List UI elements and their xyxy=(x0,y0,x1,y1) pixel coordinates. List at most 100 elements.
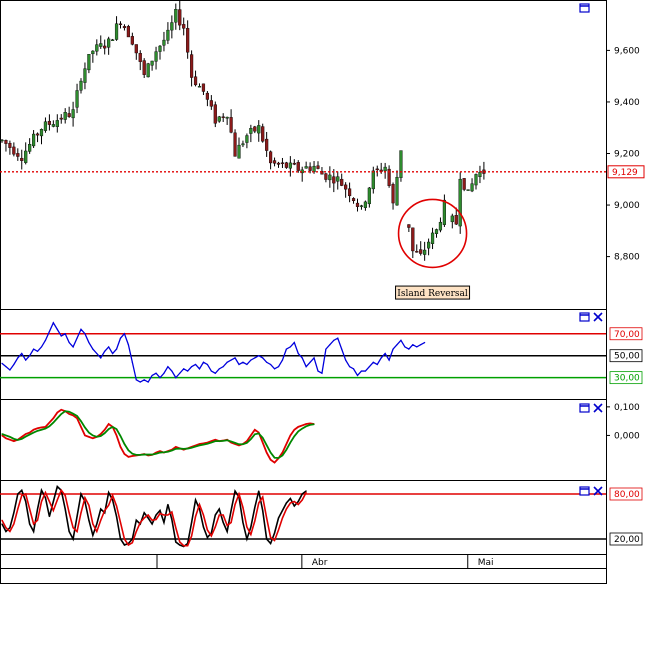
stoch-k-line-point xyxy=(242,521,244,524)
stoch-d-line-point xyxy=(246,526,248,528)
stoch-d-line-point xyxy=(171,511,173,513)
osc-slow-line-point xyxy=(191,447,193,449)
x-axis: Abr Mai xyxy=(156,554,494,568)
stoch-d-line-point xyxy=(281,517,284,519)
stoch-k-line-point xyxy=(254,506,256,509)
stoch-d-line-point xyxy=(119,521,122,524)
candle-body xyxy=(367,187,371,205)
stoch-k-line-point xyxy=(222,521,224,524)
stoch-k-line-point xyxy=(179,544,181,546)
rsi-line-point xyxy=(84,333,86,335)
candle-body xyxy=(197,85,202,88)
rsi-line-point xyxy=(289,346,291,348)
candle-body xyxy=(257,125,261,134)
close-icon[interactable] xyxy=(593,312,603,322)
rsi-line-point xyxy=(341,348,343,350)
osc-slow-line-point xyxy=(222,440,224,442)
stoch-k-line-point xyxy=(155,514,157,516)
restore-icon-frame[interactable] xyxy=(579,486,590,496)
stoch-k-line-point xyxy=(17,493,19,495)
osc-slow-line-point xyxy=(60,413,62,415)
rsi-line-point xyxy=(273,368,276,370)
rsi-line-point xyxy=(408,348,410,350)
stoch-d-line-point xyxy=(96,530,98,533)
rsi-line-point xyxy=(171,370,173,372)
candle-body xyxy=(178,9,182,26)
stoch-level-label: 20,00 xyxy=(614,535,640,545)
candle-body xyxy=(419,249,423,254)
restore-icon-frame[interactable] xyxy=(579,3,590,13)
restore-icon[interactable] xyxy=(579,312,590,322)
stoch-k-line-point xyxy=(1,523,3,525)
stoch-k-line-point xyxy=(52,500,54,503)
close-icon[interactable] xyxy=(593,403,603,413)
rsi-line-point xyxy=(183,368,185,370)
stoch-k-line-point xyxy=(285,502,287,504)
restore-icon-frame[interactable] xyxy=(579,312,590,322)
candle-body xyxy=(138,53,142,62)
rsi-line-point xyxy=(198,368,201,370)
stoch-d-line-point xyxy=(44,491,47,494)
rsi-line-point xyxy=(175,377,177,379)
stoch-k-line-point xyxy=(246,538,248,540)
osc-fast-line-point xyxy=(270,459,272,461)
stoch-k-line-point xyxy=(108,491,110,494)
stoch-k-line-point xyxy=(92,534,94,536)
stoch-d-line-point xyxy=(68,512,70,514)
stoch-d-line-point xyxy=(187,545,189,547)
candle-body xyxy=(359,205,364,207)
rsi-line-point xyxy=(416,346,418,348)
stoch-d-line-point xyxy=(234,503,236,506)
restore-icon[interactable] xyxy=(579,403,590,413)
candle-body xyxy=(470,183,474,192)
panel-controls[interactable] xyxy=(579,3,603,496)
candle-body xyxy=(55,120,59,127)
stoch-d-line-point xyxy=(218,514,220,516)
osc-fast-line-point xyxy=(250,434,252,437)
rsi-line-point xyxy=(412,344,414,346)
candle-body xyxy=(209,100,213,107)
candle-body xyxy=(427,241,431,249)
stoch-k-line-point xyxy=(258,490,260,492)
rsi-line-point xyxy=(297,352,299,355)
candle-body xyxy=(280,162,285,164)
osc-fast-line-point xyxy=(285,443,287,445)
stoch-k-line-point xyxy=(147,517,149,519)
stoch-k-line-point xyxy=(123,544,126,546)
osc-slow-line-point xyxy=(33,431,35,434)
candle-body xyxy=(162,39,166,46)
stoch-k-line-point xyxy=(293,505,295,507)
rsi-line-point xyxy=(13,363,15,366)
osc-slow-line-point xyxy=(5,434,7,437)
rsi-line-point xyxy=(424,341,426,344)
restore-icon-frame[interactable] xyxy=(579,403,590,413)
restore-icon[interactable] xyxy=(579,486,590,496)
last-price-label: 9,129 xyxy=(612,168,638,178)
stoch-k-line-point xyxy=(21,489,23,491)
candle-body xyxy=(39,129,44,137)
rsi-line-point xyxy=(309,361,311,363)
candle-body xyxy=(32,133,36,147)
osc-slow-line-point xyxy=(159,451,161,454)
osc-slow-line-point xyxy=(309,424,311,426)
stoch-d-line-point xyxy=(285,508,287,510)
candle-body xyxy=(166,29,170,41)
rsi-line-point xyxy=(349,366,351,368)
rsi-line-point xyxy=(329,344,331,346)
stoch-d-line-point xyxy=(139,521,141,524)
osc-slow-line-point xyxy=(96,436,98,438)
candle-body xyxy=(205,92,209,100)
candle-body xyxy=(43,121,48,131)
stoch-d-line-point xyxy=(92,523,94,525)
x-axis-label: Abr xyxy=(312,558,328,568)
osc-slow-line-point xyxy=(214,440,216,442)
rsi-line-point xyxy=(325,348,327,350)
candle-body xyxy=(158,45,162,52)
panel-frames xyxy=(0,0,607,584)
y-tick-label: 8,800 xyxy=(614,253,640,263)
osc-slow-line-point xyxy=(270,451,272,454)
osc-fast-line xyxy=(1,408,315,464)
osc-slow-line-point xyxy=(127,449,129,451)
restore-icon[interactable] xyxy=(579,3,590,13)
stoch-k-line-point xyxy=(266,538,268,540)
